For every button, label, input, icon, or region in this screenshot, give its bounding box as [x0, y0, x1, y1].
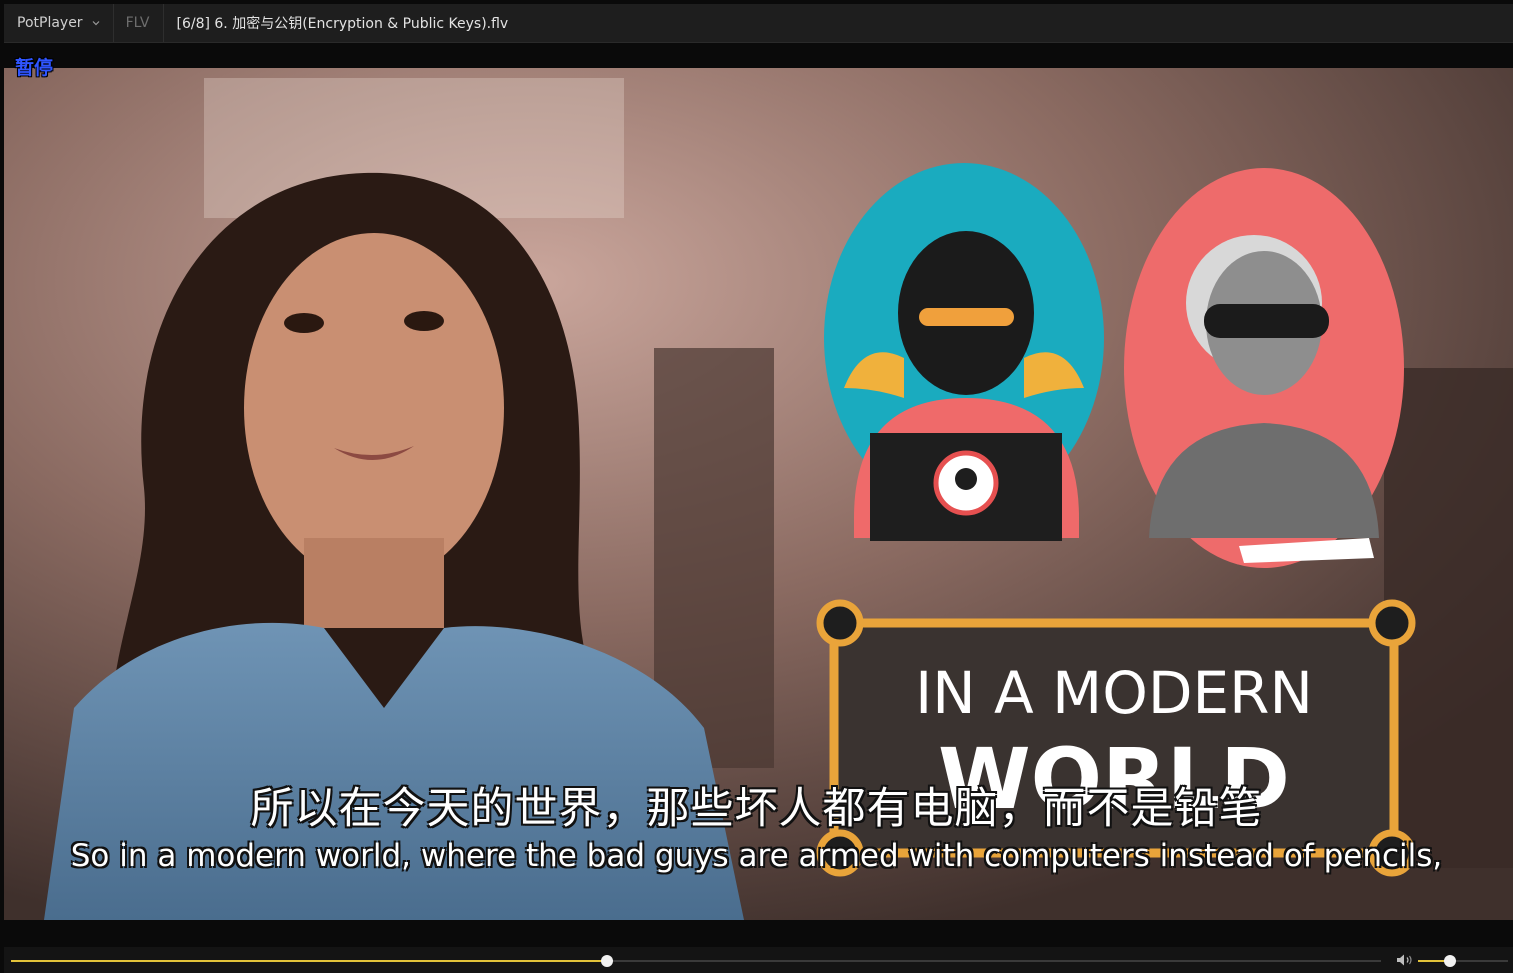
thief-mask — [1204, 304, 1329, 338]
eye — [404, 311, 444, 331]
app-menu-button[interactable]: PotPlayer — [4, 4, 114, 42]
title-bar: PotPlayer FLV [6/8] 6. 加密与公钥(Encryption … — [4, 4, 1513, 43]
subtitle-chinese: 所以在今天的世界，那些坏人都有电脑，而不是铅笔 — [250, 784, 1263, 834]
volume-icon[interactable] — [1396, 953, 1414, 967]
eye — [284, 313, 324, 333]
app-name: PotPlayer — [17, 15, 83, 31]
seek-bar-progress — [11, 960, 607, 962]
subtitle-english: So in a modern world, where the bad guys… — [70, 838, 1443, 874]
seek-bar-handle[interactable] — [600, 955, 613, 967]
sign-bolt — [1368, 599, 1416, 647]
sign-line1: IN A MODERN — [915, 659, 1313, 727]
seek-bar[interactable] — [11, 955, 1381, 967]
chevron-down-icon — [92, 21, 100, 26]
neck — [304, 538, 444, 628]
volume-handle[interactable] — [1443, 955, 1456, 967]
sign-bolt — [816, 599, 864, 647]
villain-eyes — [919, 308, 1014, 326]
volume-slider[interactable] — [1418, 955, 1508, 967]
format-label: FLV — [114, 4, 165, 42]
pause-status-osd: 暂停 — [15, 57, 54, 79]
control-bar — [4, 947, 1513, 973]
face — [244, 233, 504, 583]
file-title: [6/8] 6. 加密与公钥(Encryption & Public Keys)… — [176, 16, 509, 32]
